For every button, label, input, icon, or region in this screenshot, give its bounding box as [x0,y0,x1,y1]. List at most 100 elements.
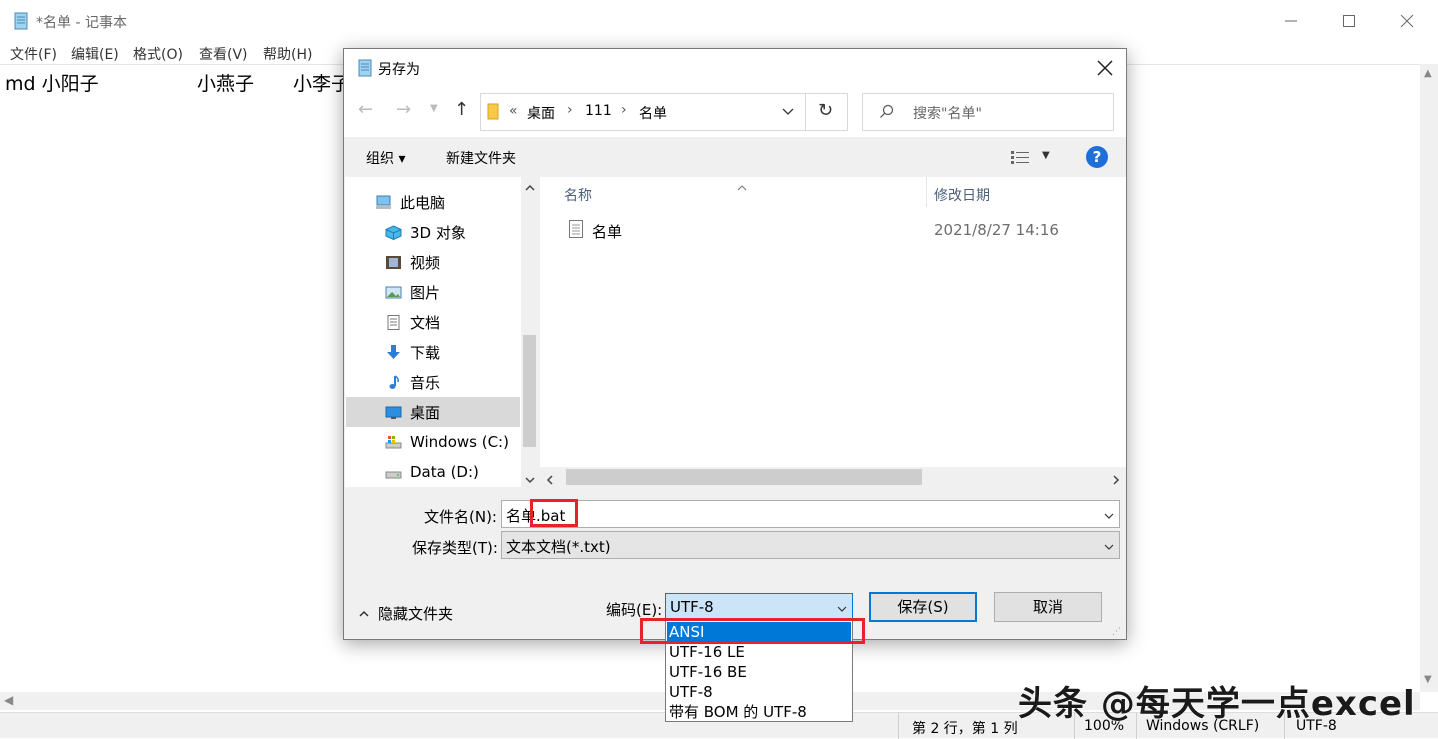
chevron-down-icon[interactable] [1103,539,1115,551]
filename-input[interactable]: 名单.bat [501,500,1120,528]
menu-edit[interactable]: 编辑(E) [71,44,119,64]
nav-item-pictures[interactable]: 图片 [385,277,519,307]
nav-item-documents[interactable]: 文档 [385,307,519,337]
notepad-icon [12,12,30,30]
highlight-box-ansi [640,618,865,644]
chevron-down-icon[interactable] [781,104,795,118]
address-overflow[interactable]: « [509,103,518,119]
scroll-down-icon[interactable]: ▼ [1424,674,1432,685]
chevron-right-icon[interactable]: › [621,102,627,118]
dialog-toolbar: 组织 ▾ 新建文件夹 ▼ ? [344,137,1126,177]
nav-item-label: 音乐 [410,373,441,392]
back-arrow-icon[interactable]: ← [358,99,373,120]
menu-format[interactable]: 格式(O) [133,44,183,64]
scroll-left-icon[interactable] [544,471,556,485]
filetype-select[interactable]: 文本文档(*.txt) [501,531,1120,559]
crumb-desktop[interactable]: 桌面 [527,103,555,123]
navigation-scroll-thumb[interactable] [523,335,536,447]
nav-item-label: 3D 对象 [410,223,466,242]
hide-folders-toggle[interactable]: 隐藏文件夹 [378,603,453,624]
nav-item-videos[interactable]: 视频 [385,247,519,277]
dialog-close-button[interactable] [1092,55,1118,81]
save-as-dialog: 另存为 ← → ▼ ↑ « 桌面 › 111 › 名单 ↻ 搜索"名单" 组织 … [343,48,1127,640]
file-name: 名单 [592,223,623,241]
save-button[interactable]: 保存(S) [869,592,977,622]
text-cell-3: 小李子 [293,73,351,95]
dialog-title: 另存为 [378,62,420,78]
chevron-down-icon[interactable] [1103,508,1115,520]
navigation-pane[interactable]: 此电脑 3D 对象 视频 图片 文档 下载 音乐 桌面 Windows (C:)… [345,177,521,487]
crumb-list[interactable]: 名单 [639,103,667,123]
column-divider[interactable] [926,177,927,207]
nav-item-label: Data (D:) [410,463,479,481]
chevron-up-icon[interactable] [358,605,370,617]
scroll-up-icon[interactable] [524,179,536,191]
drive-c-icon [385,435,402,450]
file-list[interactable]: 名称 修改日期 名单 2021/8/27 14:16 [540,177,1126,487]
music-icon [385,374,402,390]
organize-button[interactable]: 组织 ▾ [366,148,405,168]
dialog-titlebar: 另存为 [344,49,1126,87]
scroll-down-icon[interactable] [524,471,536,484]
document-icon [385,314,402,330]
desktop-icon [385,405,402,420]
search-icon [879,104,895,120]
text-cell-1: md 小阳子 [5,73,99,95]
nav-item-music[interactable]: 音乐 [385,367,519,397]
forward-arrow-icon[interactable]: → [396,99,411,120]
search-input[interactable]: 搜索"名单" [862,93,1114,131]
maximize-button[interactable] [1334,6,1364,36]
chevron-down-icon[interactable] [836,601,848,613]
column-header-name[interactable]: 名称 [564,185,592,205]
close-button[interactable] [1392,6,1422,36]
nav-item-data-d[interactable]: Data (D:) [385,457,519,487]
crumb-111[interactable]: 111 [585,103,612,119]
nav-item-label: 下载 [410,343,441,362]
notepad-vertical-scrollbar[interactable]: ▲ ▼ [1420,64,1438,692]
scroll-left-icon[interactable]: ◀ [4,693,13,707]
nav-item-label: 视频 [410,253,441,272]
new-folder-button[interactable]: 新建文件夹 [446,148,516,168]
view-options-icon[interactable] [1010,149,1030,165]
menu-file[interactable]: 文件(F) [10,44,57,64]
file-row[interactable]: 名单 2021/8/27 14:16 [560,217,1120,243]
encoding-option-utf8-bom[interactable]: 带有 BOM 的 UTF-8 [667,702,851,722]
resize-grip-icon[interactable]: ⋰ [1112,627,1121,637]
encoding-label: 编码(E): [606,601,663,619]
column-header-modified[interactable]: 修改日期 [934,185,990,205]
up-arrow-icon[interactable]: ↑ [454,99,469,120]
encoding-select[interactable]: UTF-8 [665,593,853,621]
nav-item-label: Windows (C:) [410,433,509,451]
scroll-right-icon[interactable] [1110,471,1122,485]
download-icon [385,344,402,360]
chevron-right-icon[interactable]: › [567,102,573,118]
address-bar[interactable]: « 桌面 › 111 › 名单 [480,93,806,131]
recent-chevron-icon[interactable]: ▼ [430,103,438,114]
nav-item-desktop[interactable]: 桌面 [346,397,520,427]
menu-help[interactable]: 帮助(H) [263,44,312,64]
encoding-option-utf16be[interactable]: UTF-16 BE [667,662,851,682]
nav-item-windows-c[interactable]: Windows (C:) [385,427,519,457]
file-list-scroll-thumb[interactable] [566,469,922,485]
help-icon[interactable]: ? [1086,146,1108,168]
encoding-option-utf16le[interactable]: UTF-16 LE [667,642,851,662]
nav-item-downloads[interactable]: 下载 [385,337,519,367]
cancel-button[interactable]: 取消 [994,592,1102,622]
text-file-icon [568,220,584,238]
minimize-button[interactable] [1276,6,1306,36]
notepad-titlebar: *名单 - 记事本 [0,0,1438,42]
menu-view[interactable]: 查看(V) [199,44,248,64]
refresh-button[interactable]: ↻ [806,93,848,131]
nav-item-3d-objects[interactable]: 3D 对象 [385,217,519,247]
status-position: 第 2 行，第 1 列 [912,721,1018,737]
watermark-text: 头条 @每天学一点excel [1018,684,1416,725]
search-placeholder: 搜索"名单" [913,106,982,122]
drive-d-icon [385,465,402,480]
nav-item-this-pc[interactable]: 此电脑 [375,187,509,217]
view-dropdown-icon[interactable]: ▼ [1042,150,1050,161]
notepad-icon [356,59,374,77]
encoding-option-utf8[interactable]: UTF-8 [667,682,851,702]
scroll-up-icon[interactable]: ▲ [1424,68,1432,79]
refresh-icon: ↻ [818,100,834,121]
video-icon [385,255,402,270]
